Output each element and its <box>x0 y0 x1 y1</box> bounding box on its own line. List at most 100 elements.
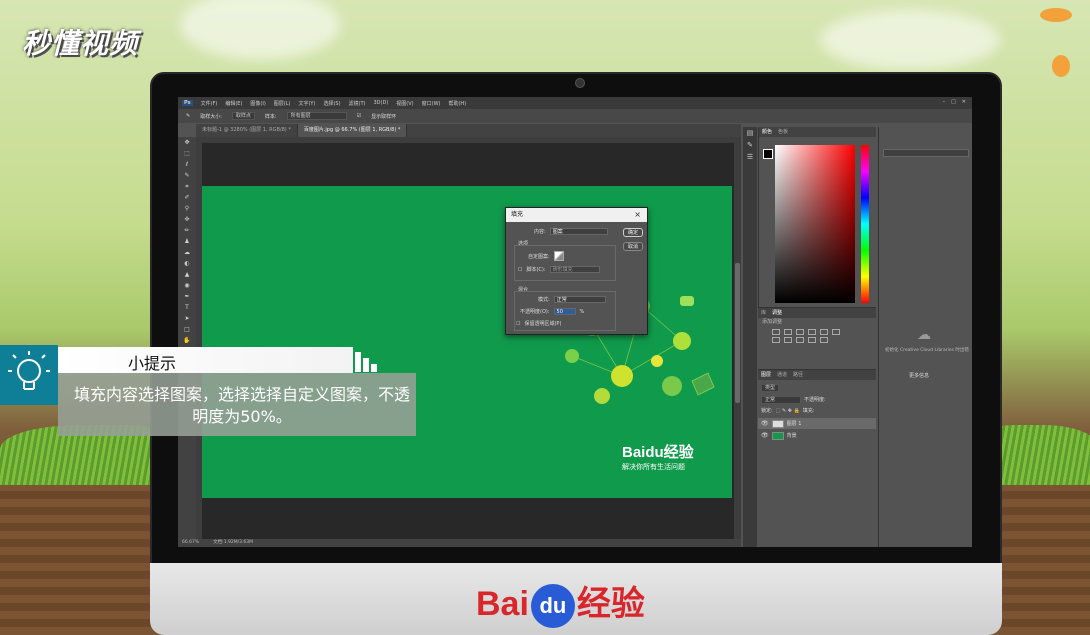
more-info-link[interactable]: 更多信息 <box>909 372 929 379</box>
pencil-tool-icon[interactable]: ✏ <box>178 225 196 236</box>
vibrance-adjust-icon[interactable] <box>820 329 828 335</box>
hue-adjust-icon[interactable] <box>832 329 840 335</box>
dialog-title-bar: 填充 × <box>506 208 647 222</box>
tab-swatches[interactable]: 色板 <box>778 127 788 137</box>
blur-tool-icon[interactable]: ▲ <box>178 269 196 280</box>
menu-layer[interactable]: 图层(L) <box>274 100 291 107</box>
maximize-icon[interactable]: □ <box>951 99 956 105</box>
tab-libraries[interactable]: 库 <box>761 308 766 318</box>
tab-untitled[interactable]: 未标题-1 @ 3280% (图层 1, RGB/8) * <box>196 124 298 137</box>
foreground-color-swatch[interactable] <box>763 149 773 159</box>
image-canvas[interactable]: Baidu经验 解决你所有生活问题 <box>202 186 732 498</box>
show-ring-checkbox[interactable]: ☑ <box>357 113 361 119</box>
properties-icon[interactable]: ☰ <box>743 151 757 163</box>
canvas-baidu-logo: Baidu经验 <box>622 441 694 462</box>
brand-logo: 秒懂视频 <box>22 27 139 60</box>
status-bar: 66.67% 文档:1.92M/3.63M <box>178 539 741 547</box>
fill-dialog: 填充 × 内容: 图案 确定 取消 选项 自定图案: ☐ 脚本(C): 砖形填充… <box>505 207 648 335</box>
script-select[interactable]: 砖形填充 <box>549 266 600 273</box>
bw-adjust-icon[interactable] <box>784 337 792 343</box>
curves-adjust-icon[interactable] <box>796 329 804 335</box>
layer-item[interactable]: 👁 背景 <box>758 430 876 441</box>
zoom-level[interactable]: 66.67% <box>182 539 199 547</box>
menu-file[interactable]: 文件(F) <box>201 100 218 107</box>
tab-adjustments[interactable]: 调整 <box>772 308 782 318</box>
hand-tool-icon[interactable]: ✋ <box>178 335 196 346</box>
hue-slider[interactable] <box>861 145 869 303</box>
content-select[interactable]: 图案 <box>549 228 608 235</box>
lookup-adjust-icon[interactable] <box>820 337 828 343</box>
mode-select[interactable]: 正常 <box>553 296 606 303</box>
lasso-tool-icon[interactable]: ℓ <box>178 159 196 170</box>
crop-tool-icon[interactable]: ⌗ <box>178 181 196 192</box>
menu-window[interactable]: 窗口(W) <box>422 100 441 107</box>
opacity-input[interactable]: 50 <box>553 308 576 315</box>
ok-button[interactable]: 确定 <box>623 228 643 237</box>
tab-paths[interactable]: 路径 <box>793 370 803 380</box>
gradient-tool-icon[interactable]: ◐ <box>178 258 196 269</box>
menu-edit[interactable]: 编辑(E) <box>225 100 242 107</box>
sample-select[interactable]: 所有图层 <box>286 112 347 120</box>
type-tool-icon[interactable]: T <box>178 302 196 313</box>
levels-adjust-icon[interactable] <box>784 329 792 335</box>
menu-select[interactable]: 选择(S) <box>323 100 340 107</box>
script-label: 脚本(C): <box>526 267 546 273</box>
close-icon[interactable]: × <box>634 208 641 222</box>
dialog-title: 填充 <box>511 211 524 218</box>
vertical-scrollbar[interactable] <box>734 143 741 539</box>
tab-layers[interactable]: 图层 <box>761 370 771 380</box>
libraries-search-input[interactable] <box>883 149 969 157</box>
dodge-tool-icon[interactable]: ◉ <box>178 280 196 291</box>
brush-settings-icon[interactable]: ✎ <box>743 139 757 151</box>
history-icon[interactable]: ▤ <box>743 127 757 139</box>
menu-help[interactable]: 帮助(H) <box>448 100 466 107</box>
marquee-tool-icon[interactable]: ⬚ <box>178 148 196 159</box>
color-picker-field[interactable] <box>775 145 855 303</box>
cloud <box>180 0 340 60</box>
visibility-eye-icon[interactable]: 👁 <box>761 420 769 427</box>
menu-image[interactable]: 图像(I) <box>250 100 265 107</box>
menu-type[interactable]: 文字(Y) <box>298 100 315 107</box>
close-icon[interactable]: ✕ <box>962 99 966 105</box>
menu-view[interactable]: 视图(V) <box>396 100 413 107</box>
lock-icons[interactable]: ⬚ ✎ ✥ 🔒 <box>776 408 800 414</box>
quick-select-tool-icon[interactable]: ✎ <box>178 170 196 181</box>
layer-item[interactable]: 👁 图层 1 <box>758 418 876 429</box>
minimize-icon[interactable]: – <box>943 99 946 105</box>
mode-row: 模式: 正常 <box>538 296 606 303</box>
tools-panel: ✥ ⬚ ℓ ✎ ⌗ ✐ ⚲ ✜ ✏ ♟ ☁ ◐ ▲ ◉ ✒ T ➤ □ ✋ 🔍 <box>178 137 196 542</box>
history-brush-tool-icon[interactable]: ☁ <box>178 247 196 258</box>
visibility-eye-icon[interactable]: 👁 <box>761 432 769 439</box>
stamp-tool-icon[interactable]: ♟ <box>178 236 196 247</box>
photo-filter-adjust-icon[interactable] <box>796 337 804 343</box>
document-workspace[interactable]: Baidu经验 解决你所有生活问题 <box>202 143 734 539</box>
tab-color[interactable]: 颜色 <box>762 127 772 137</box>
pattern-picker[interactable] <box>553 251 564 261</box>
pen-tool-icon[interactable]: ✒ <box>178 291 196 302</box>
channel-mixer-adjust-icon[interactable] <box>808 337 816 343</box>
script-checkbox[interactable]: ☐ <box>518 267 522 273</box>
tab-channels[interactable]: 通道 <box>777 370 787 380</box>
exposure-adjust-icon[interactable] <box>808 329 816 335</box>
tab-baidu-image[interactable]: 百度图片.jpg @ 66.7% (图层 1, RGB/8) * <box>297 124 408 137</box>
add-adjustment-label: 添加调整 <box>762 319 783 325</box>
blend-mode-select[interactable]: 正常 <box>761 395 801 404</box>
eyedropper-icon[interactable]: ✎ <box>186 113 190 119</box>
sample-size-select[interactable]: 取样点 <box>231 112 255 120</box>
brush-tool-icon[interactable]: ✜ <box>178 214 196 225</box>
healing-tool-icon[interactable]: ⚲ <box>178 203 196 214</box>
cancel-button[interactable]: 取消 <box>623 242 643 251</box>
preserve-checkbox[interactable]: ☐ <box>516 321 520 327</box>
brightness-adjust-icon[interactable] <box>772 329 780 335</box>
menu-3d[interactable]: 3D(D) <box>374 100 389 106</box>
menu-filter[interactable]: 滤镜(T) <box>349 100 366 107</box>
layers-panel-tabs: 图层 通道 路径 <box>758 370 876 380</box>
eyedropper-tool-icon[interactable]: ✐ <box>178 192 196 203</box>
layer-kind-select[interactable]: 类型 <box>761 383 780 392</box>
adjust-panel-tabs: 库 调整 <box>758 308 876 318</box>
path-select-tool-icon[interactable]: ➤ <box>178 313 196 324</box>
scroll-thumb[interactable] <box>735 263 740 403</box>
color-balance-adjust-icon[interactable] <box>772 337 780 343</box>
shape-tool-icon[interactable]: □ <box>178 324 196 335</box>
move-tool-icon[interactable]: ✥ <box>178 137 196 148</box>
